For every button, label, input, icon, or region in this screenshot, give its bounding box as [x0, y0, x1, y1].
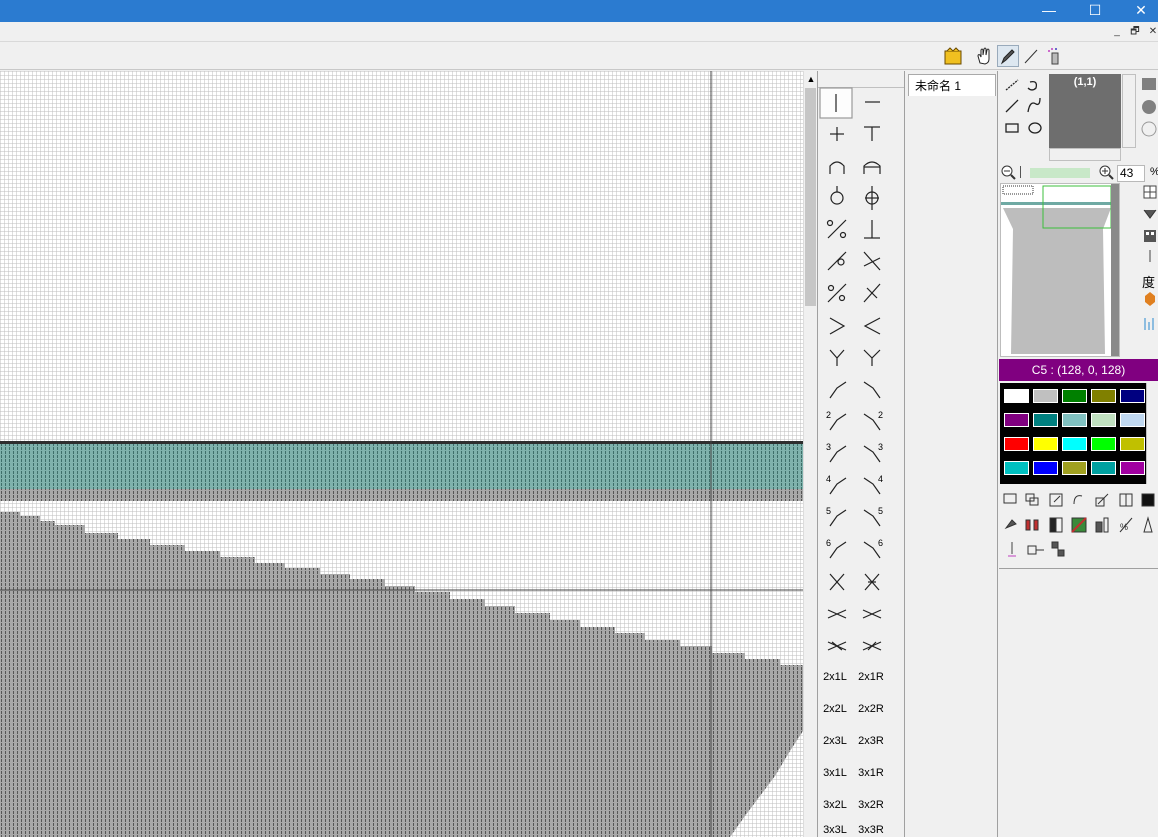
close-button[interactable]: ✕	[1118, 0, 1158, 22]
scrollbar-thumb[interactable]	[805, 88, 816, 306]
color-swatch[interactable]	[1062, 461, 1087, 475]
stitch-3x1L[interactable]: 3x1L	[821, 760, 849, 786]
mdi-minimize-button[interactable]: _	[1110, 25, 1124, 39]
stitch-2x2R[interactable]: 2x2R	[857, 696, 885, 722]
stitch-2x1L[interactable]: 2x1L	[821, 664, 849, 690]
mdi-restore-button[interactable]: 🗗	[1128, 25, 1142, 39]
rotate-icon	[1073, 495, 1083, 505]
fill-icon[interactable]	[942, 45, 964, 67]
cursor-coordinate: (1,1)	[1073, 76, 1097, 88]
color-swatch[interactable]	[1062, 389, 1087, 403]
current-color-status: C5 : (128, 0, 128)	[999, 359, 1158, 381]
mdi-close-button[interactable]: ✕	[1146, 25, 1158, 39]
stitch-2x3R[interactable]: 2x3R	[857, 728, 885, 754]
color-swatch[interactable]	[1004, 413, 1029, 427]
knit-canvas[interactable]	[0, 71, 803, 837]
preview-vscroll[interactable]	[1122, 74, 1136, 148]
stitch-2x3L[interactable]: 2x3L	[821, 728, 849, 754]
panel-divider	[999, 568, 1158, 569]
shape-tools	[1005, 79, 1042, 134]
zoom-unit: %	[1150, 166, 1158, 178]
cable-label-2-right: 2	[878, 410, 884, 420]
color-swatch[interactable]	[1004, 461, 1029, 475]
color-swatch[interactable]	[1091, 437, 1116, 451]
color-palette[interactable]	[1000, 383, 1146, 484]
hollow-circle-icon	[1141, 121, 1157, 137]
cable-label-3-right: 3	[878, 442, 884, 452]
color-swatch[interactable]	[1033, 413, 1058, 427]
zoom-slider[interactable]	[1030, 168, 1090, 178]
color-swatch[interactable]	[1033, 437, 1058, 451]
stitch-3x2R[interactable]: 3x2R	[857, 792, 885, 818]
color-swatch[interactable]	[1062, 437, 1087, 451]
hand-icon[interactable]	[973, 45, 995, 67]
zoom-in-icon[interactable]	[1098, 164, 1114, 180]
cable-label-5-right: 5	[878, 506, 884, 516]
color-swatch[interactable]	[1033, 461, 1058, 475]
filled-circle-icon	[1142, 100, 1156, 114]
degree-label: 度	[1142, 275, 1156, 290]
bezier-tool-icon	[1027, 97, 1041, 113]
color-swatch[interactable]	[1120, 461, 1145, 475]
cable-label-6-left: 6	[826, 538, 832, 548]
document-tab-area	[906, 71, 998, 837]
cable-label-4-left: 4	[826, 474, 832, 484]
rectangle-tool-icon	[1005, 123, 1019, 133]
stitch-3x2L[interactable]: 3x2L	[821, 792, 849, 818]
cable-label-6-right: 6	[878, 538, 884, 548]
zoom-slider-thumb[interactable]	[1020, 166, 1021, 178]
edit-tools: %	[1003, 493, 1155, 557]
line-tool-icon	[1005, 99, 1019, 113]
stitch-3x3L[interactable]: 3x3L	[821, 824, 849, 837]
tab-untitled-1[interactable]: 未命名 1	[908, 74, 996, 96]
color-swatch[interactable]	[1120, 389, 1145, 403]
color-swatch[interactable]	[1091, 461, 1116, 475]
color-swatch[interactable]	[1062, 413, 1087, 427]
svg-text:%: %	[1120, 522, 1128, 532]
title-bar	[0, 0, 1158, 22]
knit-grid	[0, 71, 803, 837]
spray-icon[interactable]	[1043, 45, 1065, 67]
cable-label-4-right: 4	[878, 474, 884, 484]
cable-label-5-left: 5	[826, 506, 832, 516]
zoom-out-icon[interactable]	[1000, 164, 1016, 180]
maximize-button[interactable]: ☐	[1072, 0, 1118, 22]
color-swatch[interactable]	[1120, 413, 1145, 427]
preview-hscroll[interactable]	[1049, 148, 1121, 161]
cable-label-2-left: 2	[826, 410, 832, 420]
palette-scrollbar[interactable]	[1146, 383, 1158, 484]
ellipse-tool-icon	[1028, 122, 1042, 134]
color-swatch[interactable]	[1091, 413, 1116, 427]
cable-label-3-left: 3	[826, 442, 832, 452]
pen-icon[interactable]	[997, 45, 1019, 67]
scroll-up-arrow-icon[interactable]: ▲	[806, 74, 816, 84]
stitch-3x1R[interactable]: 3x1R	[857, 760, 885, 786]
minimize-button[interactable]: —	[1026, 0, 1072, 22]
stitch-3x3R[interactable]: 3x3R	[857, 824, 885, 837]
stitch-2x1R[interactable]: 2x1R	[857, 664, 885, 690]
color-swatch[interactable]	[1033, 389, 1058, 403]
line-icon[interactable]	[1020, 45, 1042, 67]
overview-thumbnail[interactable]	[1000, 183, 1120, 357]
mdi-bar	[0, 22, 1158, 42]
fill-style-options	[1141, 78, 1157, 137]
dashed-line-icon	[1005, 79, 1019, 91]
color-swatch[interactable]	[1120, 437, 1145, 451]
stitch-2x2L[interactable]: 2x2L	[821, 696, 849, 722]
zoom-value-field[interactable]: 43	[1117, 165, 1145, 182]
color-swatch[interactable]	[1091, 389, 1116, 403]
side-tools	[1143, 185, 1157, 330]
cursor-preview: (1,1)	[1049, 74, 1121, 148]
curve-tool-icon	[1027, 80, 1038, 91]
select-tool-icon	[1003, 493, 1017, 504]
color-swatch[interactable]	[1004, 437, 1029, 451]
solid-fill-icon	[1142, 78, 1156, 90]
color-swatch[interactable]	[1004, 389, 1029, 403]
